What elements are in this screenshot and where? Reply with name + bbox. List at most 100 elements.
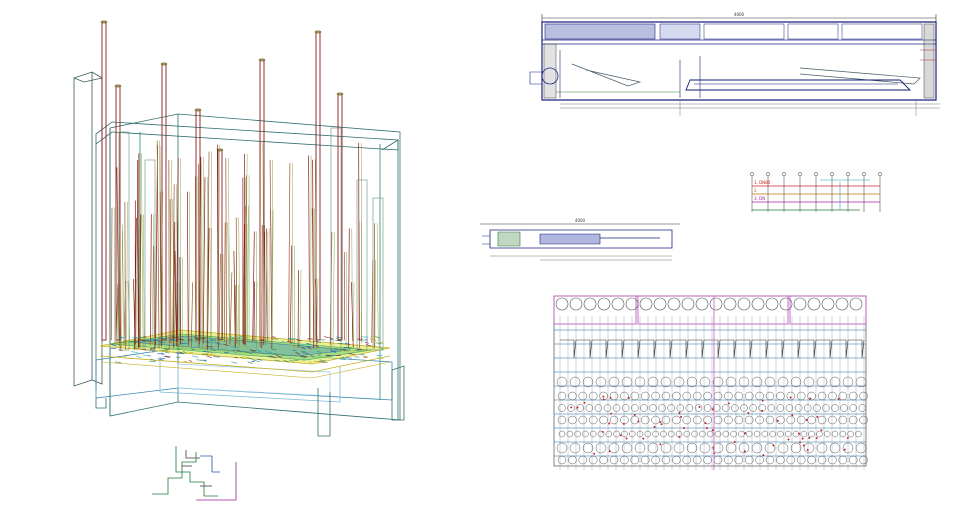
plan-circle <box>703 404 712 412</box>
platform-mark <box>272 336 276 338</box>
plan-circle <box>753 430 761 438</box>
plan-circle <box>660 430 667 438</box>
valve-dot <box>642 437 645 440</box>
mini-section-drawing <box>480 223 680 261</box>
plan-circle <box>589 430 597 438</box>
legend-row-3: 3. DN <box>754 196 765 201</box>
plan-circle <box>651 415 660 425</box>
pipe <box>218 253 221 343</box>
plan-circle <box>605 430 613 438</box>
riser-node <box>766 172 770 176</box>
plan-circle <box>751 442 763 454</box>
riser-node <box>878 172 882 176</box>
plan-circle <box>724 455 733 465</box>
valve-dot <box>762 454 765 457</box>
plan-circle <box>652 430 659 438</box>
plan-circle <box>672 455 681 465</box>
plan-circle <box>817 415 827 425</box>
plan-circle <box>569 376 581 388</box>
plan-circle <box>578 391 588 401</box>
plan-circle <box>786 455 796 465</box>
platform-mark <box>115 361 122 364</box>
header-circle <box>681 297 695 311</box>
plan-circle <box>817 455 827 465</box>
riser-node <box>846 172 850 176</box>
valve-dot <box>837 398 840 401</box>
plan-circle <box>769 430 776 438</box>
pipe-edge <box>141 153 144 349</box>
valve-dot <box>761 399 764 402</box>
plan-circle <box>667 430 675 438</box>
plan-circle <box>574 430 581 438</box>
pipe <box>348 228 350 348</box>
valve-dot <box>633 413 636 416</box>
isometric-pipe-view <box>73 20 405 437</box>
valve-dot <box>680 415 683 418</box>
legend-row-1: 1. DN80 <box>754 180 771 185</box>
header-circle <box>597 297 611 311</box>
valve-dot <box>583 401 586 404</box>
header-circle <box>555 297 569 311</box>
valve-dot <box>659 421 662 424</box>
valve-dot <box>711 408 714 411</box>
plan-circle <box>582 376 594 388</box>
plan-circle <box>790 442 802 454</box>
plan-circle <box>692 455 702 465</box>
pipe <box>124 201 126 350</box>
plan-circle <box>776 391 785 401</box>
plan-circle <box>777 376 789 388</box>
platform-mark <box>345 357 352 359</box>
plan-circle <box>613 430 620 438</box>
plan-circle <box>661 391 671 401</box>
pipe-edge <box>247 205 249 343</box>
plan-circle <box>816 376 828 388</box>
plan-circle <box>692 415 702 425</box>
plan-circle <box>765 391 775 401</box>
valve-dot <box>802 444 805 447</box>
platform-mark <box>136 355 142 359</box>
platform-mark <box>192 355 199 358</box>
platform-mark <box>188 360 193 362</box>
plan-circle <box>620 391 629 401</box>
plan-circle <box>649 404 657 412</box>
plan-circle <box>658 404 666 412</box>
section-dimension-label: 4000 <box>734 12 745 17</box>
pipe <box>223 222 226 342</box>
plan-circle <box>828 415 837 425</box>
plan-circle <box>831 404 839 412</box>
riser-node <box>798 172 802 176</box>
plan-circle <box>621 376 633 388</box>
plan-circle <box>667 404 675 412</box>
plan-circle <box>558 404 566 412</box>
pipe <box>217 149 223 341</box>
plan-circle <box>786 391 796 401</box>
header-circle <box>709 297 723 311</box>
plan-circle <box>755 391 764 401</box>
plan-circle <box>691 430 698 438</box>
plan-circle <box>557 415 567 425</box>
valve-dot <box>622 422 625 425</box>
valve-dot <box>637 420 640 423</box>
valve-dot <box>727 402 730 405</box>
header-circle <box>723 297 737 311</box>
riser-node <box>750 172 754 176</box>
valve-dot <box>809 397 812 400</box>
plan-circle <box>738 430 745 438</box>
plan-circle <box>651 455 660 465</box>
plan-circle <box>786 415 796 425</box>
plan-circle <box>661 415 671 425</box>
plan-circle <box>595 376 607 388</box>
plan-circle <box>823 430 831 438</box>
plan-circle <box>796 391 806 401</box>
valve-dot <box>608 450 611 453</box>
valve-dot <box>799 441 802 444</box>
valve-dot <box>791 414 794 417</box>
platform-mark <box>206 355 212 358</box>
valve-dot <box>660 423 663 426</box>
plan-circle <box>808 430 815 438</box>
pipe-edge <box>345 252 348 344</box>
plan-circle <box>829 442 841 454</box>
valve-dot <box>711 429 714 432</box>
plan-circle <box>631 404 639 412</box>
valve-dot <box>678 412 681 415</box>
